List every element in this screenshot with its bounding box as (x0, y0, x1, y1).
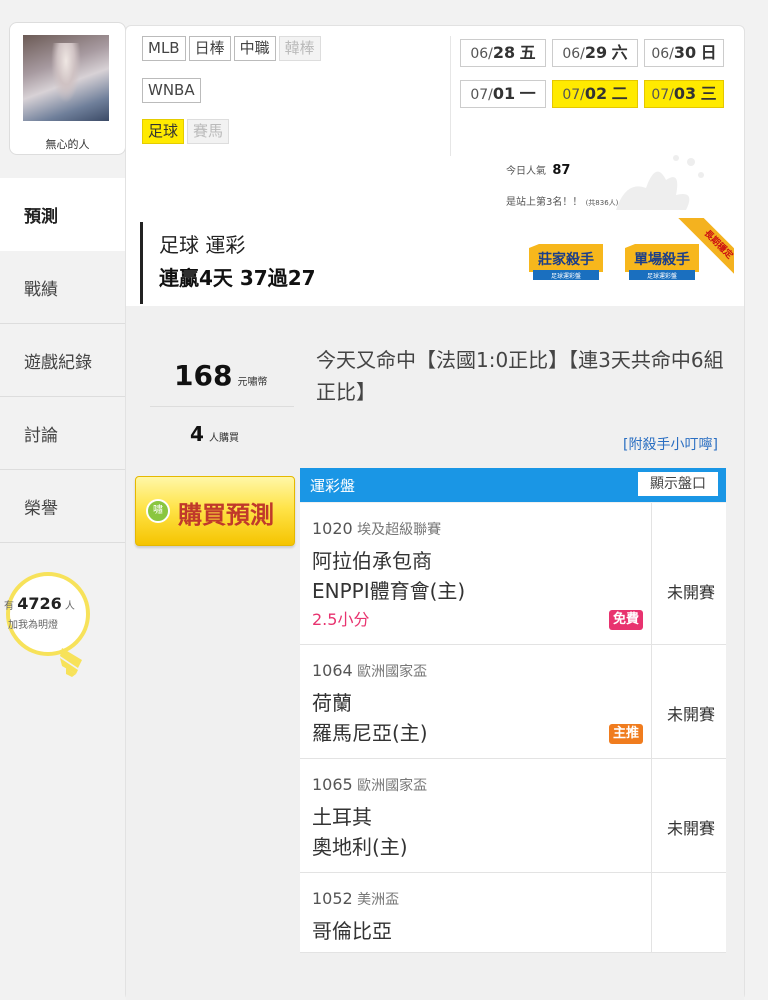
tab-kbo[interactable]: 韓棒 (278, 36, 321, 61)
splash-decoration-icon (616, 155, 704, 210)
main-card: MLB 日棒 中職 韓棒 WNBA 足球 賽馬 06/28 五 06/29 六 06/3… (125, 25, 745, 1000)
buy-label: 購買預測 (178, 501, 274, 529)
svg-text:莊家殺手: 莊家殺手 (538, 251, 594, 268)
tab-cpbl[interactable]: 中職 (233, 36, 276, 61)
game-team-home: 奧地利(主) (312, 835, 408, 859)
date-0701[interactable]: 07/01 一 (460, 80, 546, 108)
sidebar-item-discussion[interactable]: 討論 (0, 397, 126, 470)
games-list: 1020 埃及超級聯賽 阿拉伯承包商 ENPPI體育會(主) 2.5小分 免費 … (300, 503, 726, 953)
tips-link[interactable]: [附殺手小叮嚀] (623, 434, 718, 454)
sidebar-item-prediction[interactable]: 預測 (0, 178, 126, 251)
game-team-home: 羅馬尼亞(主) (312, 721, 428, 745)
svg-text:足球運彩盤: 足球運彩盤 (551, 272, 581, 280)
tab-horse-racing[interactable]: 賽馬 (187, 119, 230, 144)
sidebar-item-label: 討論 (24, 425, 58, 446)
username[interactable]: 無心的人 (10, 136, 125, 152)
price-stat: 168 元嘯幣 (174, 359, 268, 392)
dealer-killer-badge-icon: 莊家殺手 足球運彩盤 (529, 244, 603, 280)
coin-icon: 嘯 (146, 499, 170, 523)
game-team-away: 荷蘭 (312, 691, 352, 715)
tab-npb[interactable]: 日棒 (188, 36, 231, 61)
popularity-today: 今日人氣 87 (506, 163, 571, 178)
game-team-away: 阿拉伯承包商 (312, 549, 432, 573)
user-profile-card[interactable]: 無心的人 (9, 22, 126, 155)
sidebar-item-honor[interactable]: 榮譽 (0, 470, 126, 543)
avatar[interactable] (23, 35, 109, 121)
popularity-rank: 是站上第3名！！ (共836人) (506, 197, 619, 208)
game-pick: 2.5小分 (312, 610, 370, 629)
game-league: 1052 美洲盃 (312, 889, 400, 908)
tab-mlb[interactable]: MLB (142, 36, 186, 61)
banner-title: 足球 運彩 (159, 233, 246, 257)
date-0629[interactable]: 06/29 六 (552, 39, 638, 67)
tab-wnba[interactable]: WNBA (142, 78, 201, 103)
prediction-description: 今天又命中【法國1:0正比】【連3天共命中6組正比】 (316, 348, 724, 404)
table-row[interactable]: 1064 歐洲國家盃 荷蘭 羅馬尼亞(主) 主推 未開賽 (300, 645, 726, 759)
divider (450, 36, 451, 156)
odds-title: 運彩盤 (310, 477, 356, 495)
divider (150, 406, 294, 407)
sport-tabs-row3: 足球 賽馬 (142, 119, 232, 144)
date-0628[interactable]: 06/28 五 (460, 39, 546, 67)
ribbon-long-term-stable: 長期穩定 (662, 218, 734, 290)
main-pick-badge: 主推 (608, 724, 643, 744)
game-team-home: ENPPI體育會(主) (312, 579, 466, 603)
date-0703[interactable]: 07/03 三 (644, 80, 724, 108)
date-0702[interactable]: 07/02 二 (552, 80, 638, 108)
date-0630[interactable]: 06/30 日 (644, 39, 724, 67)
achievement-banner: 足球 運彩 連贏4天 37過27 莊家殺手 足球運彩盤 單場殺手 足球運彩盤 長… (140, 218, 734, 304)
sidebar-nav: 預測 戰績 遊戲紀錄 討論 榮譽 (0, 178, 126, 543)
game-league: 1065 歐洲國家盃 (312, 775, 428, 794)
game-league: 1064 歐洲國家盃 (312, 661, 428, 680)
game-status: 未開賽 (666, 819, 715, 838)
bulb-base-icon (60, 648, 82, 677)
table-row[interactable]: 1020 埃及超級聯賽 阿拉伯承包商 ENPPI體育會(主) 2.5小分 免費 … (300, 503, 726, 645)
sidebar-item-label: 預測 (24, 207, 58, 227)
buy-prediction-button[interactable]: 嘯 購買預測 (135, 476, 295, 546)
odds-header: 運彩盤 顯示盤口 (300, 468, 726, 502)
show-odds-button[interactable]: 顯示盤口 (638, 472, 718, 496)
sidebar-item-game-log[interactable]: 遊戲紀錄 (0, 324, 126, 397)
game-status: 未開賽 (666, 705, 715, 724)
tab-soccer[interactable]: 足球 (142, 119, 185, 144)
banner-streak: 連贏4天 37過27 (159, 266, 316, 290)
fans-count: 有 4726 人 (4, 594, 75, 613)
game-team-away: 哥倫比亞 (312, 919, 392, 943)
sport-tabs-row1: MLB 日棒 中職 韓棒 (142, 36, 324, 61)
page-root: 無心的人 預測 戰績 遊戲紀錄 討論 榮譽 有 4726 人 加我為明燈 MLB… (0, 0, 768, 1000)
sidebar-item-record[interactable]: 戰績 (0, 251, 126, 324)
sidebar-item-label: 遊戲紀錄 (24, 352, 92, 373)
fans-caption: 加我為明燈 (8, 620, 58, 631)
table-row[interactable]: 1052 美洲盃 哥倫比亞 (300, 873, 726, 953)
sidebar-item-label: 榮譽 (24, 498, 58, 519)
sidebar-item-label: 戰績 (24, 279, 58, 300)
game-status: 未開賽 (666, 583, 715, 602)
follow-lightbulb[interactable]: 有 4726 人 加我為明燈 (0, 572, 110, 682)
game-league: 1020 埃及超級聯賽 (312, 519, 442, 538)
free-badge: 免費 (608, 610, 643, 630)
buyers-stat: 4 人購買 (190, 422, 240, 446)
table-row[interactable]: 1065 歐洲國家盃 土耳其 奧地利(主) 未開賽 (300, 759, 726, 873)
sport-tabs-row2: WNBA (142, 78, 204, 103)
game-team-away: 土耳其 (312, 805, 372, 829)
